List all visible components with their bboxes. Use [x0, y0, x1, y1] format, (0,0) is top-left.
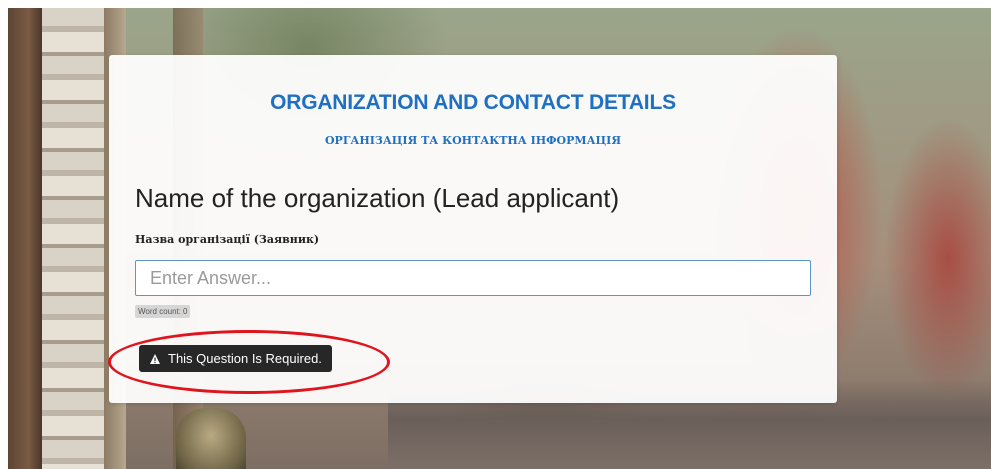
word-count-badge: Word count: 0	[135, 305, 191, 318]
word-count-value: 0	[182, 307, 188, 316]
question-label-ua: Назва організації (Заявник)	[135, 233, 320, 246]
section-subtitle: ОРГАНІЗАЦІЯ ТА КОНТАКТНА ІНФОРМАЦІЯ	[324, 134, 622, 147]
tree-trunk	[8, 8, 42, 469]
question-label: Name of the organization (Lead applicant…	[135, 183, 620, 213]
word-count-label: Word count:	[138, 307, 181, 316]
glove-image	[176, 408, 246, 469]
section-title: ORGANIZATION AND CONTACT DETAILS	[270, 91, 676, 114]
red-highlight-ellipse	[108, 330, 390, 394]
answer-input[interactable]	[135, 260, 811, 296]
birch-trunk	[42, 8, 104, 469]
